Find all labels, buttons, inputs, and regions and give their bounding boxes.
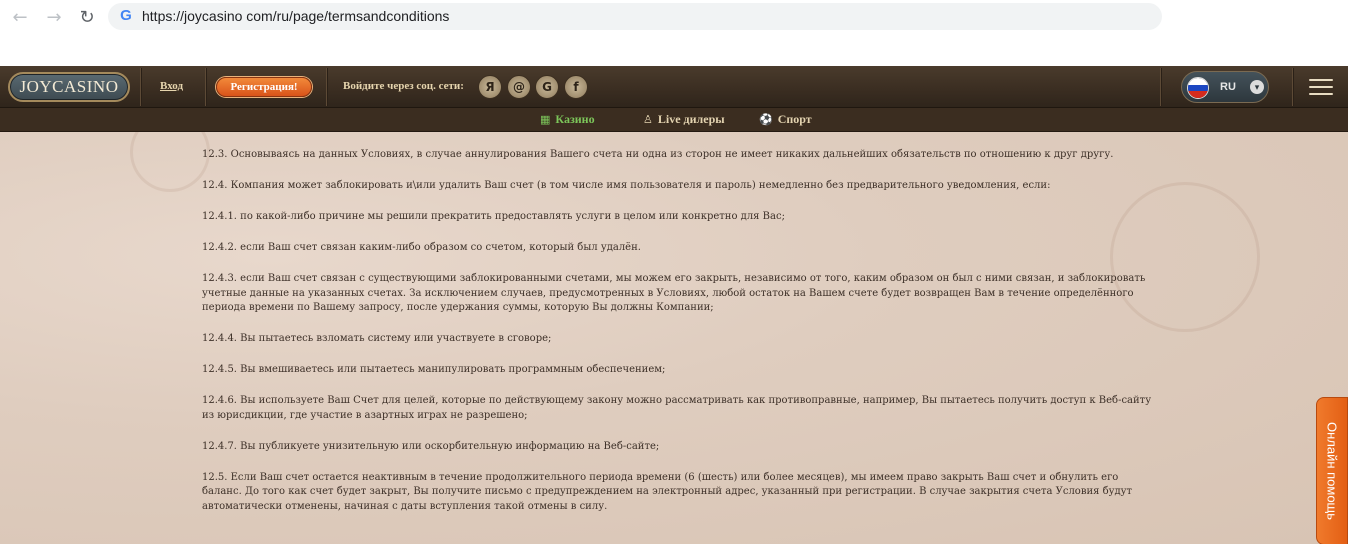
online-help-label: Онлайн помощь xyxy=(1324,421,1340,521)
nav-live-dealers[interactable]: ♙ Live дилеры xyxy=(643,112,725,127)
back-icon[interactable]: ← xyxy=(8,5,32,29)
reload-icon[interactable]: ↻ xyxy=(75,5,99,29)
online-help-button[interactable]: Онлайн помощь xyxy=(1316,397,1348,544)
terms-paragraph: 12.4.2. если Ваш счет связан каким-либо … xyxy=(202,242,641,253)
terms-paragraph: 12.4.7. Вы публикуете унизительную или о… xyxy=(202,440,660,452)
terms-paragraph: 12.5. Если Ваш счет остается неактивным … xyxy=(202,471,1133,512)
divider xyxy=(1292,68,1294,106)
yandex-icon[interactable]: Я xyxy=(478,75,502,99)
terms-paragraph: 12.3. Основываясь на данных Условиях, в … xyxy=(202,149,1114,160)
language-selector[interactable]: RU ▾ xyxy=(1181,71,1269,103)
logo-text: JOYCASINO xyxy=(19,77,119,96)
terms-content: 12.3. Основываясь на данных Условиях, в … xyxy=(0,132,1348,544)
mail-icon[interactable]: @ xyxy=(507,75,531,99)
joycasino-logo[interactable]: JOYCASINO xyxy=(8,72,130,102)
nav-casino[interactable]: ▦ Казино xyxy=(540,112,595,127)
terms-paragraph: 12.4.3. если Ваш счет связан с существую… xyxy=(202,273,1146,313)
google-login-icon[interactable]: G xyxy=(535,75,559,99)
terms-paragraph: 12.4.6. Вы используете Ваш Счет для целе… xyxy=(202,395,1152,421)
divider xyxy=(205,68,207,106)
browser-chrome: ← → ↻ G https://joycasino com/ru/page/te… xyxy=(0,0,1348,66)
terms-text: 12.3. Основываясь на данных Условиях, в … xyxy=(202,148,1152,531)
divider xyxy=(1160,68,1162,106)
background-decoration xyxy=(130,132,210,192)
category-nav: ▦ Казино ♙ Live дилеры ⚽ Спорт xyxy=(0,108,1348,132)
nav-casino-label: Казино xyxy=(555,112,595,126)
facebook-icon[interactable]: f xyxy=(564,75,588,99)
nav-sport-label: Спорт xyxy=(777,112,812,126)
register-button[interactable]: Регистрация! xyxy=(216,77,312,97)
chevron-down-icon: ▾ xyxy=(1250,80,1264,94)
url-text[interactable]: https://joycasino com/ru/page/termsandco… xyxy=(142,8,449,24)
dealer-icon: ♙ xyxy=(643,113,653,126)
terms-paragraph: 12.4.4. Вы пытаетесь взломать систему ил… xyxy=(202,333,552,344)
ball-icon: ⚽ xyxy=(759,113,773,126)
address-bar[interactable]: G https://joycasino com/ru/page/termsand… xyxy=(108,3,1162,30)
google-icon: G xyxy=(120,7,132,24)
nav-live-dealers-label: Live дилеры xyxy=(657,112,725,126)
divider xyxy=(140,68,142,106)
forward-icon[interactable]: → xyxy=(42,5,66,29)
hamburger-menu-icon[interactable] xyxy=(1309,79,1333,95)
nav-sport[interactable]: ⚽ Спорт xyxy=(759,112,812,127)
russia-flag-icon xyxy=(1187,77,1209,99)
site: JOYCASINO Вход Регистрация! Войдите чере… xyxy=(0,66,1348,544)
terms-paragraph: 12.4.1. по какой-либо причине мы решили … xyxy=(202,211,785,222)
slot-machine-icon: ▦ xyxy=(540,113,551,126)
site-header: JOYCASINO Вход Регистрация! Войдите чере… xyxy=(0,66,1348,108)
terms-paragraph: 12.4. Компания может заблокировать и\или… xyxy=(202,180,1051,191)
language-code: RU xyxy=(1220,81,1236,93)
divider xyxy=(326,68,328,106)
social-login-label: Войдите через соц. сети: xyxy=(343,80,464,92)
terms-paragraph: 12.4.5. Вы вмешиваетесь или пытаетесь ма… xyxy=(202,364,666,375)
login-link[interactable]: Вход xyxy=(160,80,183,92)
